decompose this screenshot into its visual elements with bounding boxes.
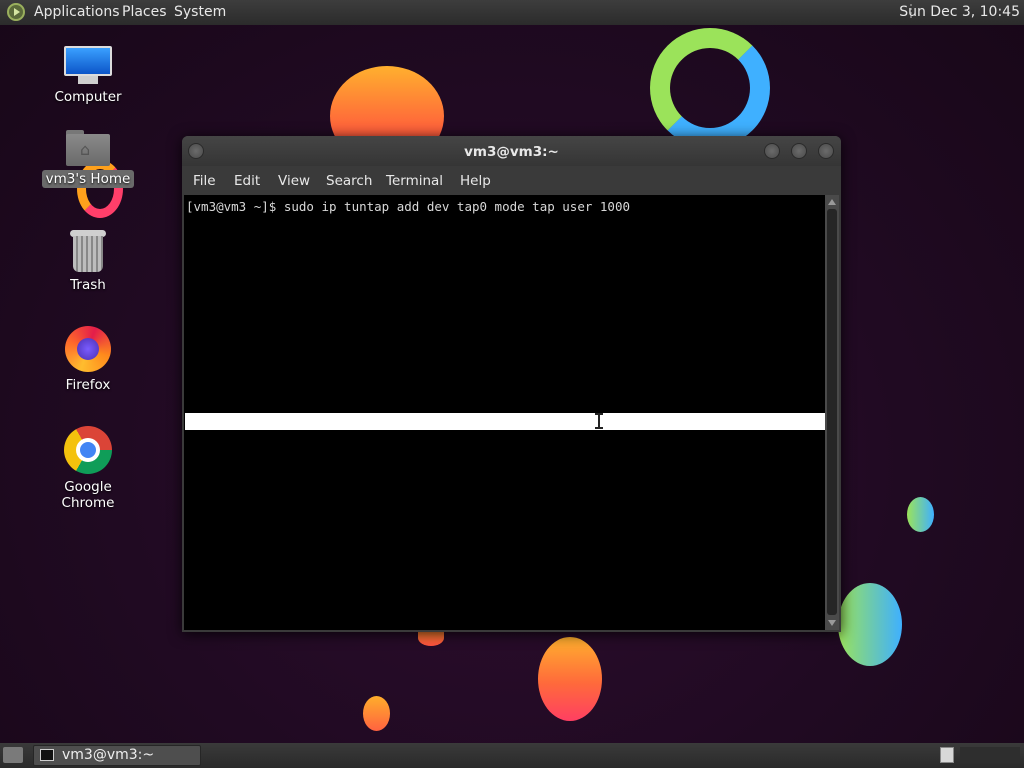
- workspace-switcher-area[interactable]: [960, 747, 1020, 763]
- terminal-menubar: File Edit View Search Terminal Help: [182, 166, 841, 194]
- firefox-icon: [65, 326, 111, 372]
- scroll-up-icon[interactable]: [828, 199, 836, 205]
- desktop-icon-computer[interactable]: Computer: [33, 46, 143, 106]
- terminal-highlight-bar: [185, 413, 825, 430]
- top-panel: Applications Places System Sun Dec 3, 10…: [0, 0, 1024, 25]
- wallpaper-dot: [418, 630, 444, 646]
- window-title: vm3@vm3:~: [464, 144, 559, 160]
- text-cursor-icon: [595, 413, 603, 429]
- wallpaper-ring: [650, 28, 770, 148]
- desktop-icon-label: Computer: [54, 89, 122, 105]
- desktop-icon-trash[interactable]: Trash: [33, 230, 143, 294]
- applications-logo-icon[interactable]: [7, 3, 25, 21]
- terminal-window: vm3@vm3:~ File Edit View Search Terminal…: [182, 136, 841, 632]
- menu-help[interactable]: Help: [460, 173, 491, 189]
- terminal-command-line: [vm3@vm3 ~]$ sudo ip tuntap add dev tap0…: [186, 199, 631, 214]
- taskbar-window-label: vm3@vm3:~: [62, 747, 155, 763]
- workspace-switcher-icon[interactable]: [940, 747, 954, 763]
- scroll-down-icon[interactable]: [828, 620, 836, 626]
- terminal-icon: [40, 749, 54, 761]
- menu-terminal[interactable]: Terminal: [386, 173, 443, 189]
- taskbar-window-button[interactable]: vm3@vm3:~: [33, 745, 201, 766]
- close-button[interactable]: [818, 143, 834, 159]
- desktop-icon-label: Trash: [70, 277, 106, 293]
- desktop-icon-home[interactable]: ⌂ vm3's Home: [33, 130, 143, 188]
- computer-icon: [64, 46, 112, 84]
- menu-places[interactable]: Places: [122, 4, 167, 20]
- chrome-icon: [64, 426, 112, 474]
- home-folder-icon: ⌂: [66, 130, 110, 166]
- menu-applications[interactable]: Applications: [34, 4, 120, 20]
- wallpaper-egg-small: [363, 696, 390, 731]
- menu-view[interactable]: View: [278, 173, 310, 189]
- desktop-icon-label: Firefox: [65, 377, 111, 393]
- menu-system[interactable]: System: [174, 4, 226, 20]
- bottom-panel: vm3@vm3:~: [0, 743, 1024, 768]
- menu-edit[interactable]: Edit: [234, 173, 260, 189]
- menu-search[interactable]: Search: [326, 173, 372, 189]
- scrollbar-thumb[interactable]: [827, 209, 837, 615]
- wallpaper-blue-egg-small: [907, 497, 934, 532]
- window-titlebar[interactable]: vm3@vm3:~: [182, 136, 841, 166]
- terminal-scrollbar[interactable]: [825, 195, 839, 630]
- desktop-icon-chrome[interactable]: Google Chrome: [33, 426, 143, 512]
- terminal-output[interactable]: [vm3@vm3 ~]$ sudo ip tuntap add dev tap0…: [184, 195, 825, 630]
- menu-file[interactable]: File: [193, 173, 216, 189]
- wallpaper-blue-egg-large: [838, 583, 902, 666]
- clock[interactable]: Sun Dec 3, 10:45: [899, 4, 1020, 20]
- wallpaper-egg-large: [538, 637, 602, 721]
- desktop-icon-label: Google Chrome: [61, 479, 115, 511]
- minimize-button[interactable]: [764, 143, 780, 159]
- show-desktop-icon[interactable]: [3, 747, 23, 763]
- trash-icon: [69, 230, 107, 272]
- desktop-icon-label: vm3's Home: [41, 170, 135, 188]
- desktop-icon-firefox[interactable]: Firefox: [33, 326, 143, 394]
- maximize-button[interactable]: [791, 143, 807, 159]
